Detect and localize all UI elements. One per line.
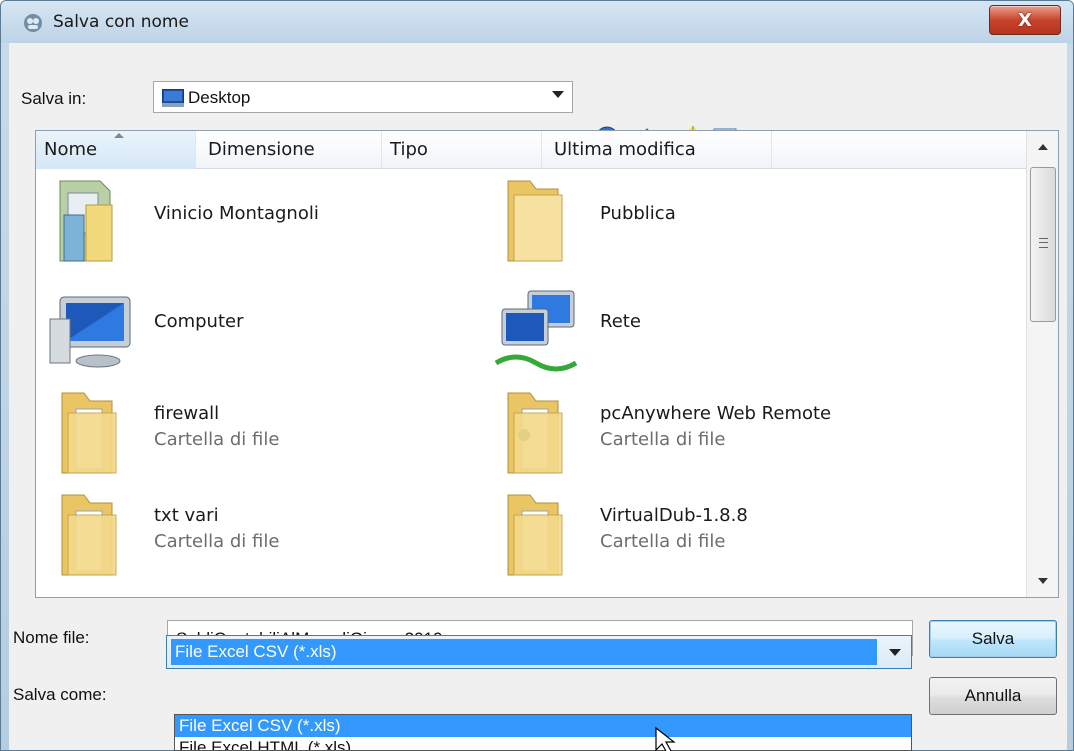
item-name: firewall (154, 403, 220, 424)
vertical-scrollbar[interactable] (1026, 131, 1058, 597)
user-folder-icon (59, 180, 113, 262)
save-as-type-label: Salva come: (13, 685, 107, 704)
app-icon (24, 14, 42, 32)
grip-icon (1039, 238, 1048, 248)
chevron-down-icon[interactable] (552, 91, 564, 98)
dropdown-option[interactable]: File Excel HTML (*.xls) (175, 737, 911, 750)
computer-icon (49, 296, 131, 368)
column-header-name[interactable]: Nome (36, 131, 196, 169)
item-name: VirtualDub-1.8.8 (600, 505, 748, 526)
folder-icon (61, 494, 117, 576)
close-button[interactable]: X (989, 5, 1061, 35)
item-type: Cartella di file (154, 429, 280, 450)
window-title: Salva con nome (53, 12, 189, 32)
filename-label: Nome file: (13, 628, 90, 647)
title-bar[interactable]: Salva con nome X (1, 1, 1073, 43)
item-name: Pubblica (600, 203, 676, 224)
folder-icon (507, 180, 563, 262)
selected-type: File Excel CSV (*.xls) (171, 639, 877, 665)
network-icon (494, 290, 578, 372)
item-name: txt vari (154, 505, 219, 526)
item-name: Vinicio Montagnoli (154, 203, 319, 224)
item-name: pcAnywhere Web Remote (600, 403, 832, 424)
save-as-type-combobox[interactable]: File Excel CSV (*.xls) (166, 635, 912, 669)
save-in-label: Salva in: (21, 89, 87, 108)
list-item[interactable]: firewall Cartella di file (36, 383, 456, 479)
item-name: Computer (154, 311, 244, 332)
folder-icon (61, 392, 117, 474)
chevron-up-icon (1038, 144, 1048, 150)
list-item[interactable]: Pubblica (482, 171, 902, 267)
column-header-size[interactable]: Dimensione (196, 131, 382, 169)
item-type: Cartella di file (600, 429, 726, 450)
column-header-type[interactable]: Tipo (382, 131, 542, 169)
column-header-modified[interactable]: Ultima modifica (542, 131, 772, 169)
save-in-value: Desktop (188, 88, 251, 107)
folder-icon (507, 392, 563, 474)
list-header: Nome Dimensione Tipo Ultima modifica (36, 131, 1026, 169)
item-type: Cartella di file (154, 531, 280, 552)
scroll-down-button[interactable] (1027, 565, 1059, 597)
dropdown-option[interactable]: File Excel CSV (*.xls) (175, 715, 911, 737)
list-item[interactable]: VirtualDub-1.8.8 Cartella di file (482, 485, 902, 581)
close-icon: X (1018, 9, 1032, 31)
chevron-down-icon[interactable] (889, 649, 901, 656)
scroll-thumb[interactable] (1030, 167, 1056, 322)
cancel-button[interactable]: Annulla (929, 677, 1057, 715)
chevron-down-icon (1038, 578, 1048, 584)
file-list[interactable]: Nome Dimensione Tipo Ultima modifica Vin… (35, 130, 1059, 598)
list-item[interactable]: Rete (482, 279, 902, 375)
list-item[interactable]: pcAnywhere Web Remote Cartella di file (482, 383, 902, 479)
save-in-combobox[interactable]: Desktop (153, 81, 573, 113)
desktop-icon (162, 89, 184, 107)
list-item[interactable]: Computer (36, 279, 456, 375)
folder-icon (507, 494, 563, 576)
save-button[interactable]: Salva (929, 620, 1057, 658)
type-dropdown-list[interactable]: File Excel CSV (*.xls) File Excel HTML (… (174, 714, 912, 751)
scroll-up-button[interactable] (1027, 131, 1059, 163)
list-item[interactable]: txt vari Cartella di file (36, 485, 456, 581)
item-type: Cartella di file (600, 531, 726, 552)
mouse-cursor-icon (655, 726, 676, 751)
sort-ascending-icon (114, 133, 124, 138)
item-name: Rete (600, 311, 641, 332)
list-item[interactable]: Vinicio Montagnoli (36, 171, 456, 267)
